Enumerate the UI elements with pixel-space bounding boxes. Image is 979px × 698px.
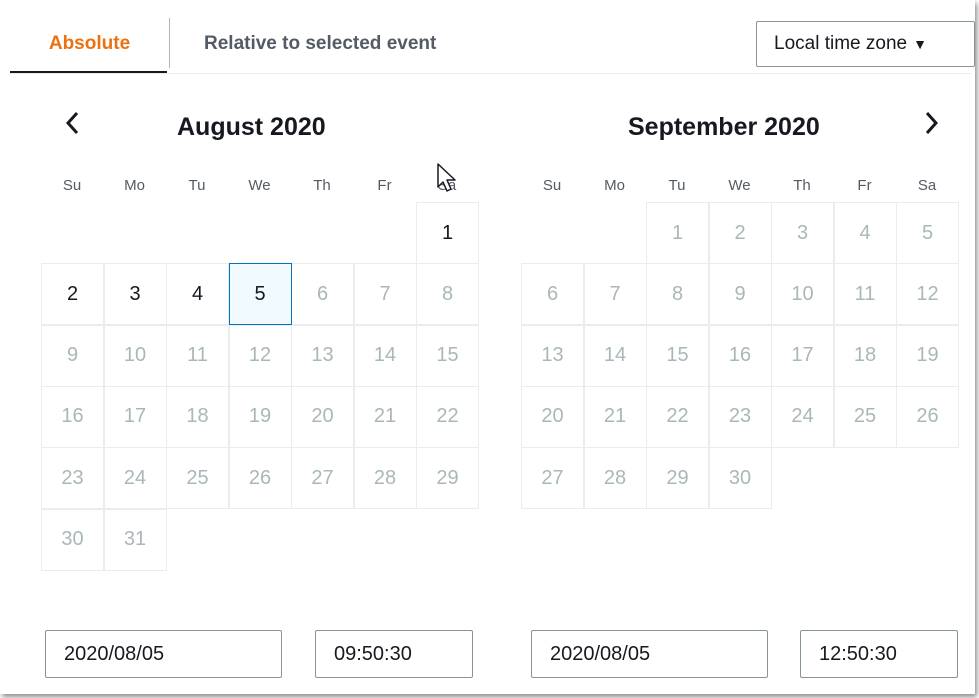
calendar-day: 23 <box>41 447 104 510</box>
calendar-day: 30 <box>708 447 772 510</box>
calendar-day: 11 <box>833 263 897 326</box>
calendar-day: 1 <box>646 202 709 264</box>
caret-down-icon: ▼ <box>913 36 927 52</box>
tabs-divider <box>10 73 971 74</box>
start-date-input[interactable]: 2020/08/05 <box>45 630 282 678</box>
weekday-header: Th <box>313 177 331 194</box>
calendar-day: 23 <box>708 385 772 448</box>
calendar-day[interactable]: 2 <box>41 263 104 326</box>
weekday-header: Su <box>62 177 82 194</box>
calendar-day: 22 <box>646 385 709 448</box>
weekday-header: Tu <box>188 177 206 194</box>
calendar-day: 14 <box>353 324 417 387</box>
calendar-day: 25 <box>166 447 229 510</box>
calendar-day: 16 <box>708 324 772 387</box>
weekday-header: Fr <box>377 177 392 194</box>
calendar-day: 9 <box>708 263 772 326</box>
weekday-header: We <box>248 177 271 194</box>
timezone-label: Local time zone <box>774 33 908 54</box>
calendar-day: 19 <box>896 324 959 387</box>
calendar-day: 18 <box>166 385 229 448</box>
calendar-day: 21 <box>583 385 647 448</box>
end-date-input[interactable]: 2020/08/05 <box>531 630 768 678</box>
calendar-day: 8 <box>416 263 479 326</box>
calendar-day: 13 <box>521 324 584 387</box>
calendar-day: 29 <box>416 447 479 510</box>
calendar-day: 4 <box>833 202 897 264</box>
calendar-day: 7 <box>583 263 647 326</box>
weekday-header: Fr <box>857 177 872 194</box>
weekday-header: Th <box>793 177 811 194</box>
calendar-day: 11 <box>166 324 229 387</box>
calendar-day: 26 <box>896 385 959 448</box>
month-title-right: September 2020 <box>628 113 820 141</box>
calendar-day: 29 <box>646 447 709 510</box>
calendar-day: 15 <box>416 324 479 387</box>
calendar-day: 10 <box>103 324 167 387</box>
calendar-day: 6 <box>291 263 354 326</box>
calendar-day[interactable]: 1 <box>416 202 479 264</box>
calendar-day: 5 <box>896 202 959 264</box>
month-title-left: August 2020 <box>177 113 326 141</box>
calendar-day: 28 <box>583 447 647 510</box>
calendar-day: 17 <box>103 385 167 448</box>
calendar-day-selected[interactable]: 5 <box>228 263 292 326</box>
calendar-day: 24 <box>771 385 834 448</box>
calendar-day: 12 <box>896 263 959 326</box>
calendar-day: 21 <box>353 385 417 448</box>
chevron-right-icon[interactable] <box>922 110 940 142</box>
calendar-day: 24 <box>103 447 167 510</box>
calendar-day: 17 <box>771 324 834 387</box>
calendar-day: 30 <box>41 508 104 571</box>
calendar-day: 13 <box>291 324 354 387</box>
calendar-day: 15 <box>646 324 709 387</box>
start-time-input[interactable]: 09:50:30 <box>315 630 473 678</box>
chevron-left-icon[interactable] <box>64 110 82 142</box>
weekday-header: Tu <box>668 177 686 194</box>
tab-relative[interactable]: Relative to selected event <box>204 22 436 66</box>
calendar-day: 27 <box>521 447 584 510</box>
calendar-day: 16 <box>41 385 104 448</box>
calendar-day: 27 <box>291 447 354 510</box>
calendar-day[interactable]: 4 <box>166 263 229 326</box>
mouse-pointer-icon <box>437 163 456 192</box>
calendar-day: 31 <box>103 508 167 571</box>
calendar-day: 8 <box>646 263 709 326</box>
calendar-day: 20 <box>291 385 354 448</box>
weekday-header: Mo <box>124 177 145 194</box>
calendar-day: 6 <box>521 263 584 326</box>
date-range-picker: Absolute Relative to selected event Loca… <box>0 0 975 694</box>
end-time-input[interactable]: 12:50:30 <box>800 630 958 678</box>
tab-absolute[interactable]: Absolute <box>10 22 167 74</box>
calendar-day: 12 <box>228 324 292 387</box>
weekday-header: Sa <box>917 177 937 194</box>
calendar-day: 7 <box>353 263 417 326</box>
weekday-header: Su <box>542 177 562 194</box>
calendar-day: 14 <box>583 324 647 387</box>
weekday-header: Mo <box>604 177 625 194</box>
calendar-day: 3 <box>771 202 834 264</box>
weekday-header: We <box>728 177 751 194</box>
calendar-day: 10 <box>771 263 834 326</box>
calendar-day: 25 <box>833 385 897 448</box>
timezone-select[interactable]: Local time zone ▼ <box>756 21 975 67</box>
calendar-day: 26 <box>228 447 292 510</box>
calendar-day: 18 <box>833 324 897 387</box>
calendar-day: 9 <box>41 324 104 387</box>
calendar-day: 28 <box>353 447 417 510</box>
calendar-day[interactable]: 3 <box>103 263 167 326</box>
tab-divider <box>169 18 170 68</box>
calendar-day: 22 <box>416 385 479 448</box>
calendar-day: 20 <box>521 385 584 448</box>
calendar-day: 2 <box>708 202 772 264</box>
calendar-day: 19 <box>228 385 292 448</box>
